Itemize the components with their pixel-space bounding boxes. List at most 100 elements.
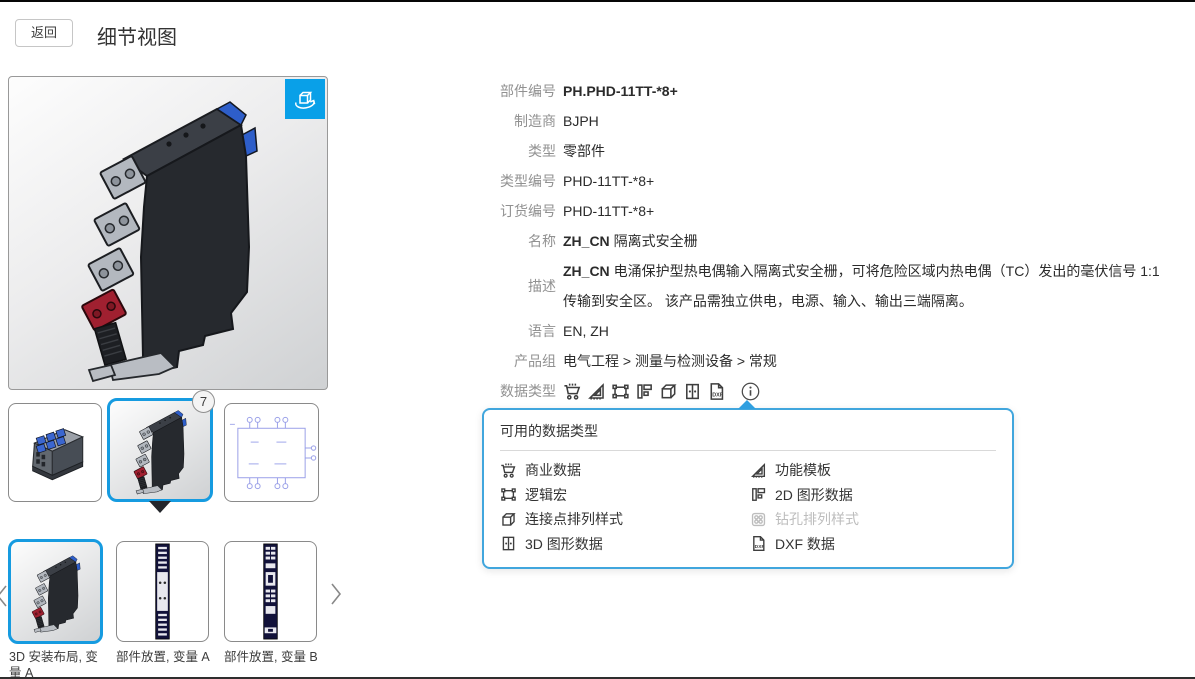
- popup-item-grid: 商业数据 功能模板 逻辑宏 2D 图形数据 连接点排列样式 钻孔排列样式: [500, 458, 996, 556]
- popup-item-label: 2D 图形数据: [775, 485, 853, 505]
- name-text: 隔离式安全栅: [614, 233, 698, 249]
- description-text: 电涌保护型热电偶输入隔离式安全栅，可将危险区域内热电偶（TC）发出的毫伏信号 1…: [563, 263, 1160, 309]
- popup-divider: [500, 450, 996, 451]
- page-title: 细节视图: [97, 21, 177, 50]
- field-label: 制造商: [480, 106, 556, 136]
- thumbnail-placement-variant-a[interactable]: [116, 541, 209, 642]
- popup-item-label: DXF 数据: [775, 534, 835, 554]
- field-label: 数据类型: [480, 376, 556, 406]
- popup-item-logic-macro: 逻辑宏: [500, 483, 750, 508]
- field-value: PHD-11TT-*8+: [563, 166, 654, 196]
- 2d-graphic-icon: [750, 486, 767, 503]
- selected-thumb-caret: [149, 501, 171, 513]
- placement-b-image: [225, 542, 316, 641]
- product-angle-image: [13, 409, 97, 497]
- function-template-icon: [750, 462, 767, 479]
- field-label: 类型: [480, 136, 556, 166]
- popup-item-label: 功能模板: [775, 460, 831, 480]
- field-value: PH.PHD-11TT-*8+: [563, 76, 678, 106]
- rotate-3d-icon: [291, 85, 319, 113]
- field-label: 订货编号: [480, 196, 556, 226]
- field-label: 产品组: [480, 346, 556, 376]
- popup-item-label: 钻孔排列样式: [775, 509, 859, 529]
- popup-item-label: 逻辑宏: [525, 485, 567, 505]
- detail-row-type-number: 类型编号 PHD-11TT-*8+: [480, 166, 1180, 196]
- product-main-image: [112, 403, 208, 497]
- thumbnail-product-angle[interactable]: [8, 403, 102, 502]
- field-label: 名称: [480, 226, 556, 256]
- logic-macro-icon: [500, 486, 517, 503]
- thumbnail-3d-layout-variant-a[interactable]: [8, 539, 103, 644]
- chevron-right-icon: [328, 581, 344, 607]
- detail-row-name: 名称 ZH_CN隔离式安全栅: [480, 226, 1180, 256]
- thumbnail-placement-variant-b[interactable]: [224, 541, 317, 642]
- field-value: ZH_CN电涌保护型热电偶输入隔离式安全栅，可将危险区域内热电偶（TC）发出的毫…: [563, 256, 1163, 316]
- logic-macro-icon: [611, 382, 630, 401]
- field-value: ZH_CN隔离式安全栅: [563, 226, 698, 256]
- thumbnail-caption: 部件放置, 变量 A: [116, 650, 220, 666]
- thumbnail-caption: 3D 安装布局, 变量 A: [9, 650, 107, 679]
- image-count-badge: 7: [192, 390, 215, 413]
- dxf-data-icon: [707, 382, 726, 401]
- function-template-icon: [587, 382, 606, 401]
- popup-item-3d-graphic: 3D 图形数据: [500, 532, 750, 557]
- popup-item-label: 商业数据: [525, 460, 581, 480]
- back-button[interactable]: 返回: [15, 19, 73, 47]
- language-prefix: ZH_CN: [563, 263, 610, 279]
- detail-row-product-group: 产品组 电气工程 > 测量与检测设备 > 常规: [480, 346, 1180, 376]
- connection-point-pattern-icon: [659, 382, 678, 401]
- detail-row-languages: 语言 EN, ZH: [480, 316, 1180, 346]
- detail-row-data-types: 数据类型: [480, 376, 1180, 406]
- popup-item-connection-point-pattern: 连接点排列样式: [500, 507, 750, 532]
- detail-view-page: 返回 细节视图 7 3D 安装布局, 变量 A 部件放置, 变量 A 部件放置,…: [0, 0, 1195, 679]
- popup-item-label: 连接点排列样式: [525, 509, 623, 529]
- window-top-edge: [0, 0, 1195, 2]
- popup-item-label: 3D 图形数据: [525, 534, 603, 554]
- field-label: 描述: [480, 271, 556, 301]
- thumbnails-scroll-right-button[interactable]: [328, 581, 344, 612]
- field-value: 电气工程 > 测量与检测设备 > 常规: [563, 346, 777, 376]
- detail-row-part-number: 部件编号 PH.PHD-11TT-*8+: [480, 76, 1180, 106]
- datatype-icon-row: [563, 376, 761, 406]
- field-label: 部件编号: [480, 76, 556, 106]
- popup-item-dxf-data: DXF 数据: [750, 532, 996, 557]
- connection-point-pattern-icon: [500, 511, 517, 528]
- detail-row-manufacturer: 制造商 BJPH: [480, 106, 1180, 136]
- rotate-3d-button[interactable]: [285, 79, 325, 119]
- field-label: 类型编号: [480, 166, 556, 196]
- 3d-graphic-icon: [500, 535, 517, 552]
- dxf-data-icon: [750, 535, 767, 552]
- schematic-image: [225, 404, 318, 502]
- field-value: EN, ZH: [563, 316, 609, 346]
- thumbnail-caption: 部件放置, 变量 B: [224, 650, 328, 666]
- product-3d-image: [9, 77, 328, 390]
- commercial-data-icon: [563, 382, 582, 401]
- 2d-graphic-icon: [635, 382, 654, 401]
- main-product-viewer[interactable]: [8, 76, 328, 390]
- thumbnail-product-main[interactable]: [107, 398, 213, 502]
- field-label: 语言: [480, 316, 556, 346]
- popup-item-2d-graphic: 2D 图形数据: [750, 483, 996, 508]
- field-value: 零部件: [563, 136, 605, 166]
- detail-row-description: 描述 ZH_CN电涌保护型热电偶输入隔离式安全栅，可将危险区域内热电偶（TC）发…: [480, 256, 1180, 316]
- field-value: PHD-11TT-*8+: [563, 196, 654, 226]
- popup-item-drill-hole-pattern: 钻孔排列样式: [750, 507, 996, 532]
- popup-item-commercial-data: 商业数据: [500, 458, 750, 483]
- datatype-info-button[interactable]: [740, 381, 761, 402]
- 3d-graphic-icon: [683, 382, 702, 401]
- detail-row-type: 类型 零部件: [480, 136, 1180, 166]
- detail-row-order-number: 订货编号 PHD-11TT-*8+: [480, 196, 1180, 226]
- available-datatypes-popup: 可用的数据类型 商业数据 功能模板 逻辑宏 2D 图形数据 连接点排列样式: [482, 408, 1014, 569]
- language-prefix: ZH_CN: [563, 233, 610, 249]
- popup-caret: [738, 400, 756, 409]
- placement-a-image: [117, 542, 208, 641]
- field-value: BJPH: [563, 106, 599, 136]
- popup-title: 可用的数据类型: [500, 421, 996, 441]
- layout-3d-image: [12, 546, 100, 638]
- drill-hole-pattern-icon: [750, 511, 767, 528]
- thumbnail-schematic[interactable]: [224, 403, 319, 502]
- popup-item-function-template: 功能模板: [750, 458, 996, 483]
- part-details: 部件编号 PH.PHD-11TT-*8+ 制造商 BJPH 类型 零部件 类型编…: [480, 76, 1180, 406]
- info-icon: [740, 381, 761, 402]
- commercial-data-icon: [500, 462, 517, 479]
